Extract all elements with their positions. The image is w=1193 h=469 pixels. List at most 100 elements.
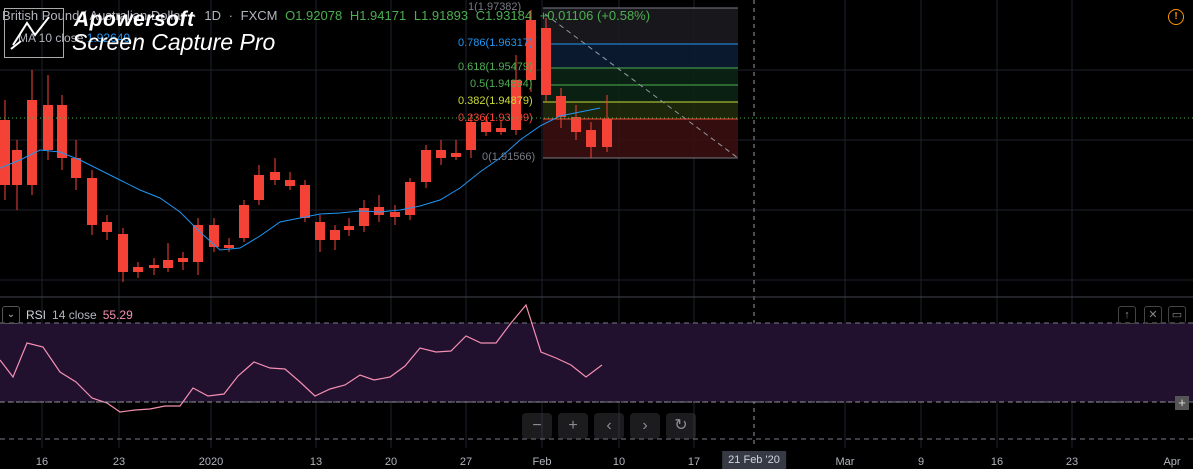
crosshair-date-label: 21 Feb '20 [722,451,786,469]
candle-down [451,140,461,160]
candle-down [87,170,97,235]
close-value: C1.93184 [475,8,533,23]
candle-down [239,200,249,242]
candle-down [541,18,551,102]
reset-chart-button[interactable]: ↻ [666,413,696,439]
candle-body [239,205,249,238]
candle-body [12,150,22,185]
candle-body [556,96,566,117]
alert-icon[interactable]: ! [1168,9,1184,25]
candle-down [71,140,81,190]
candle-down [57,95,67,170]
candle-body [496,128,506,132]
watermark-subtitle: Screen Capture Pro [72,29,276,55]
rsi-name: RSI [26,308,47,322]
candle-body [133,267,143,272]
watermark-logo [4,8,64,58]
fib-level-label: 0(1.91566) [482,151,536,163]
close-pane-icon[interactable]: ✕ [1144,306,1162,324]
candle-body [390,212,400,217]
time-tick: 23 [112,456,126,468]
time-tick: 13 [309,456,323,468]
candle-down [421,145,431,188]
time-tick: Mar [835,456,855,468]
move-pane-up-icon[interactable]: ↑ [1118,306,1136,324]
candle-down [285,172,295,190]
rsi-params: 14 close [52,308,97,322]
candle-body [602,119,612,147]
scroll-left-button[interactable]: ‹ [594,413,624,439]
candle-body [102,222,112,232]
zoom-out-button[interactable]: − [522,413,552,439]
high-value: H1.94171 [349,8,407,23]
time-axis[interactable]: 16 23 2020 13 20 27 Feb 10 17 Mar 9 16 2… [0,448,1193,469]
candle-body [118,234,128,272]
time-tick: 23 [1065,456,1079,468]
rsi-legend[interactable]: ⌄ RSI 14 close 55.29 [0,306,133,324]
candle-body [0,120,10,185]
candle-down [163,243,173,272]
candle-body [149,265,159,268]
candle-body [163,260,173,268]
fib-band [543,85,738,102]
rsi-value: 55.29 [102,308,133,322]
candle-down [133,262,143,278]
candle-down [149,258,159,275]
candle-body [374,207,384,215]
price-chart[interactable] [0,0,1193,468]
change-value: +0.01106 (+0.58%) [539,8,651,23]
fib-level-label: 0.618(1.95479) [458,61,533,73]
scroll-right-button[interactable]: › [630,413,660,439]
candle-body [71,158,81,178]
candle-down [330,225,340,250]
candle-down [0,100,10,200]
fib-band [543,68,738,85]
candle-down [300,180,310,222]
interval[interactable]: 1D [204,8,221,23]
candle-down [405,178,415,220]
collapse-icon[interactable]: ⌄ [2,306,20,324]
candle-body [330,230,340,240]
chart-nav-bar: − + ‹ › ↻ [522,413,696,439]
candle-body [586,130,596,147]
candle-body [87,178,97,225]
candle-down [270,158,280,185]
fib-level-label: 0.236(1.93599) [458,112,533,124]
maximize-pane-icon[interactable]: ▭ [1168,306,1186,324]
candle-body [209,225,219,247]
candle-body [466,122,476,150]
candle-down [359,200,369,232]
candle-down [27,70,37,195]
time-tick: 16 [35,456,49,468]
time-tick: 10 [612,456,626,468]
time-tick: 2020 [198,456,224,468]
rsi-band [0,323,1193,402]
candle-body [285,180,295,186]
candle-body [57,105,67,158]
candle-body [178,258,188,262]
candle-body [300,185,310,218]
candle-body [43,105,53,150]
legend-dot: · [228,8,233,23]
candle-down [436,140,446,165]
candle-body [436,150,446,158]
candle-down [178,252,188,270]
zoom-in-button[interactable]: + [558,413,588,439]
time-tick: 17 [687,456,701,468]
low-value: L1.91893 [413,8,469,23]
pen-icon [10,16,50,50]
candle-down [344,218,354,236]
candle-body [451,153,461,157]
candle-down [374,195,384,222]
candle-down [12,140,22,210]
candle-body [421,150,431,182]
candle-body [344,226,354,230]
fib-band [543,44,738,68]
time-tick: 20 [384,456,398,468]
crosshair-plus-icon[interactable]: + [1175,396,1189,410]
open-value: O1.92078 [285,8,343,23]
fib-band [543,102,738,119]
candle-down [254,165,264,205]
time-tick: 16 [990,456,1004,468]
fib-level-label: 0.382(1.94879) [458,95,533,107]
